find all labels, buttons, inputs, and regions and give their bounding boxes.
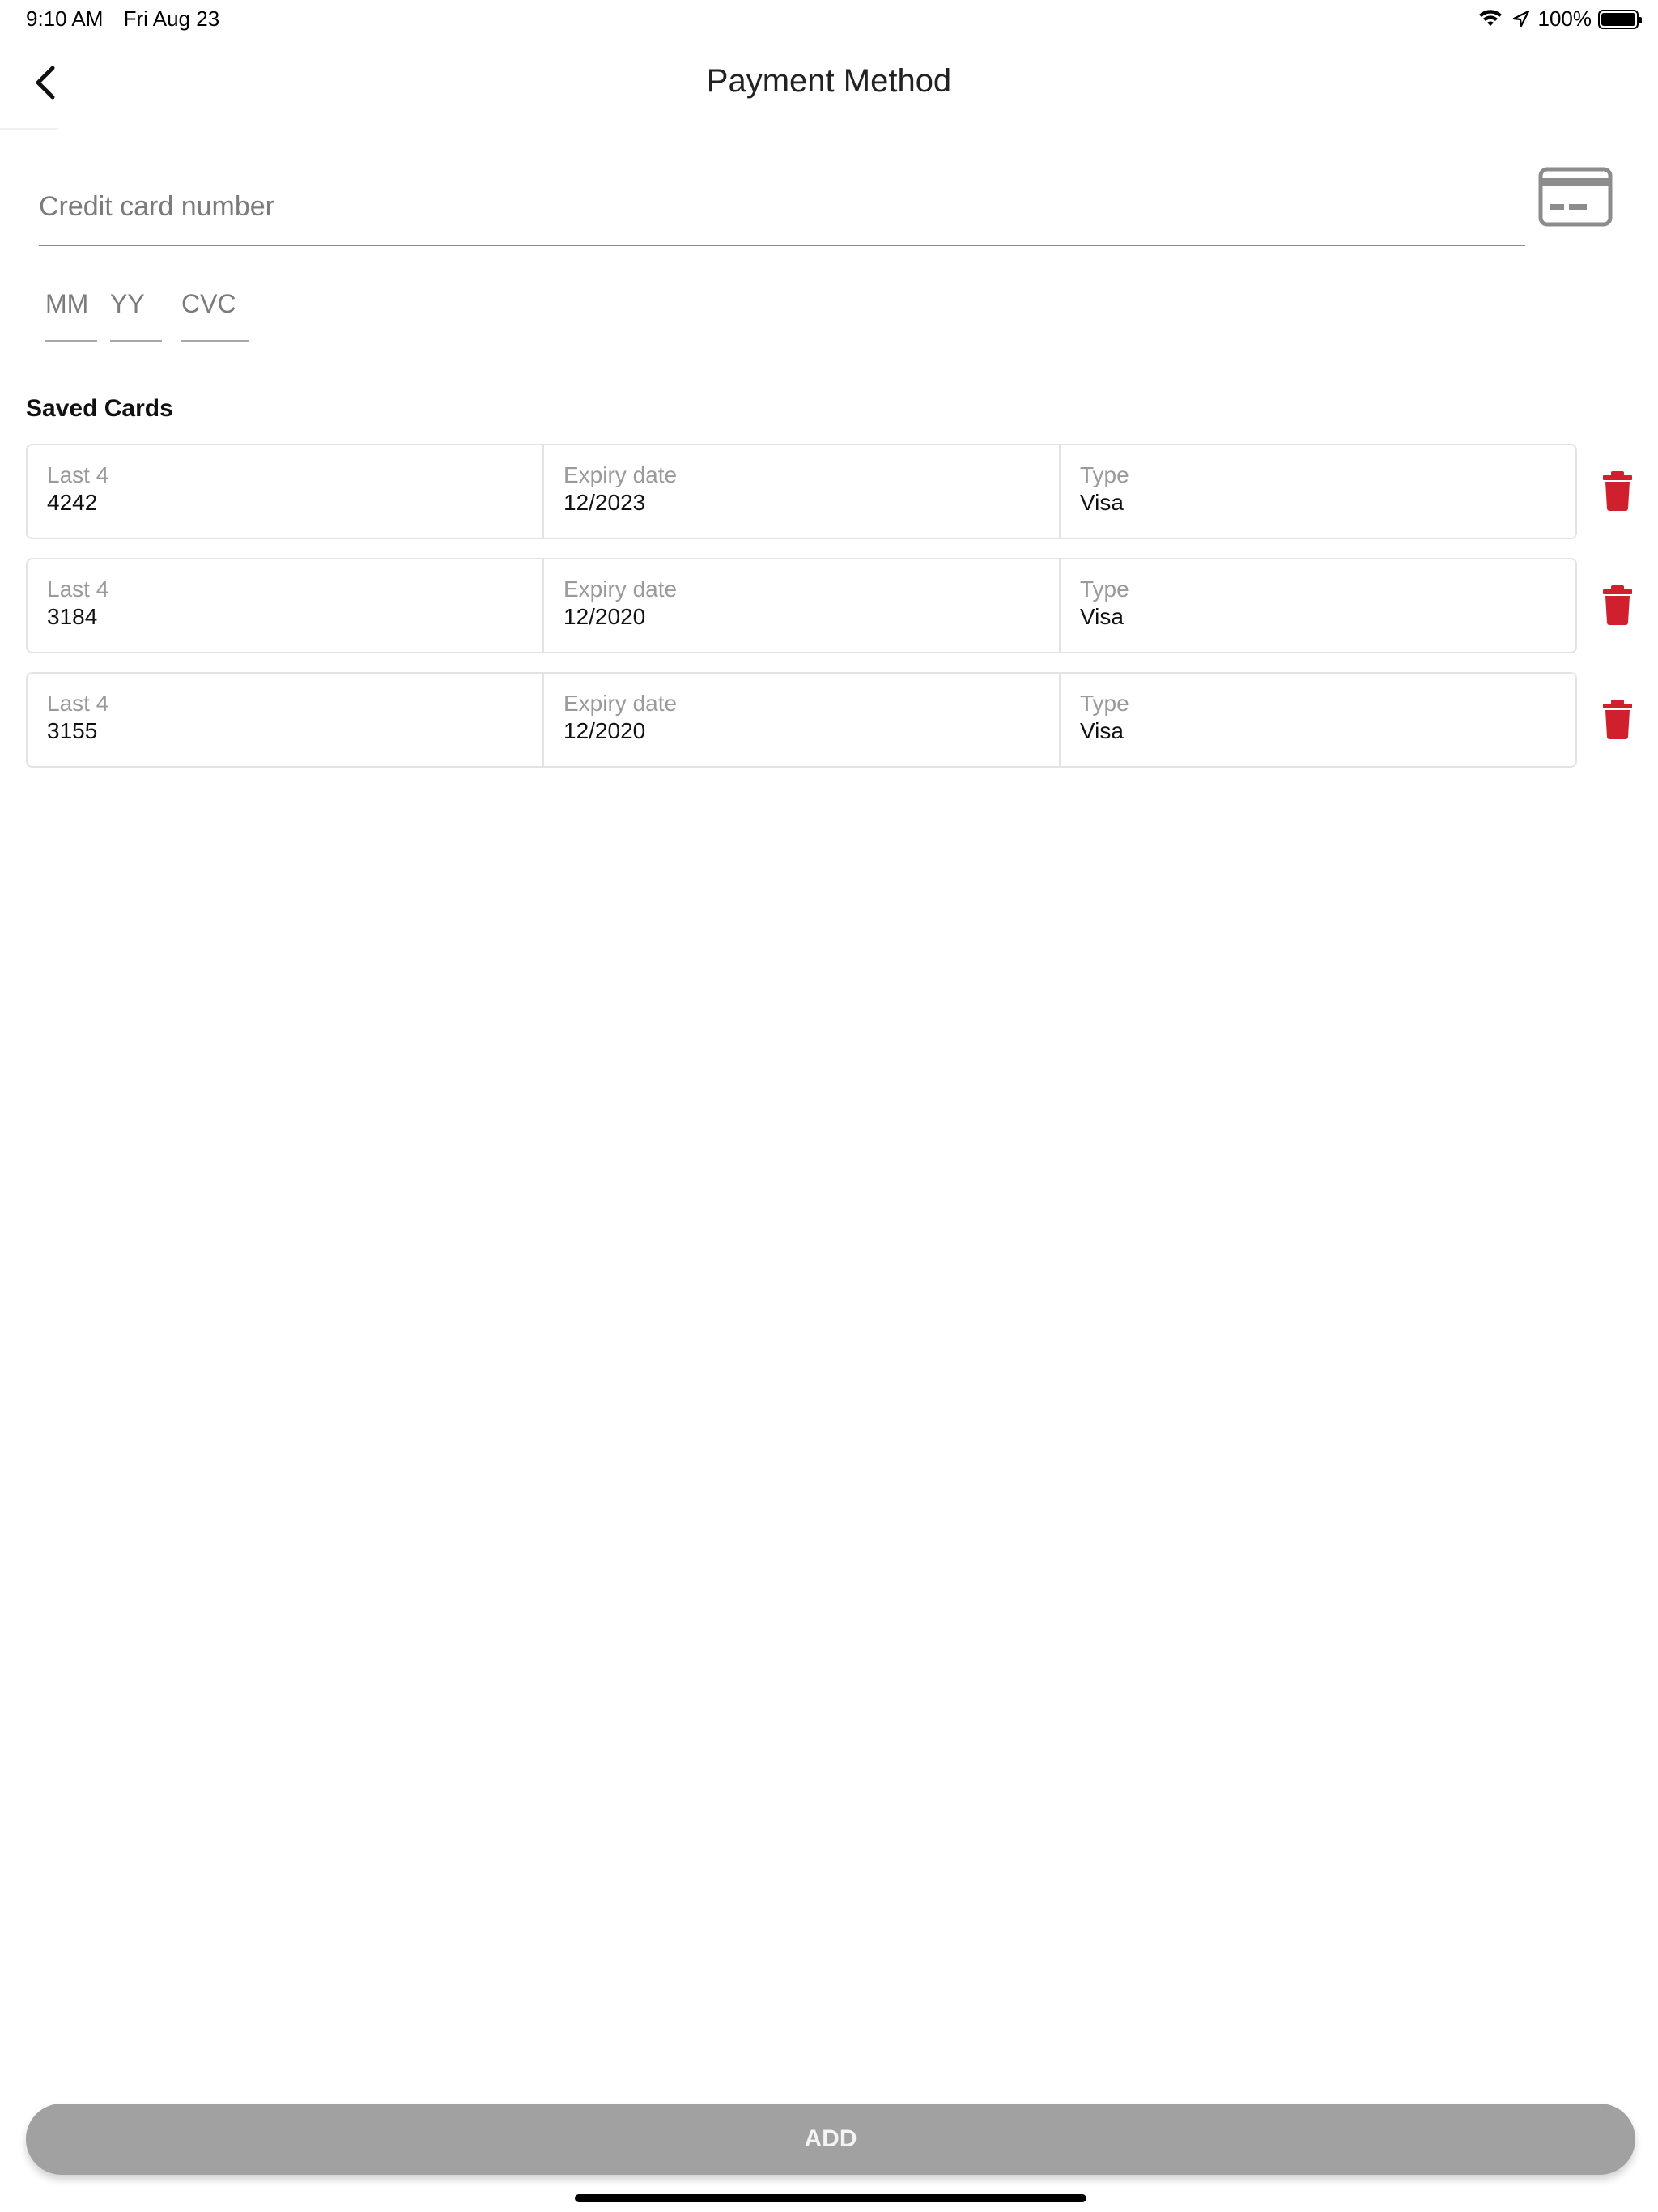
status-left: 9:10 AM Fri Aug 23 bbox=[26, 6, 234, 32]
type-cell: Type Visa bbox=[1061, 559, 1575, 652]
last4-label: Last 4 bbox=[47, 691, 109, 716]
expiry-value: 12/2020 bbox=[563, 604, 646, 629]
status-bar: 9:10 AM Fri Aug 23 100% bbox=[0, 0, 1658, 37]
type-label: Type bbox=[1080, 576, 1129, 602]
expiry-label: Expiry date bbox=[563, 462, 678, 487]
last4-label: Last 4 bbox=[47, 462, 109, 487]
page-title: Payment Method bbox=[706, 63, 952, 99]
wifi-icon bbox=[1478, 9, 1502, 26]
credit-card-number-input[interactable] bbox=[39, 168, 1525, 246]
navigation-bar: Payment Method bbox=[0, 37, 1658, 130]
last4-value: 4242 bbox=[47, 490, 98, 515]
expiry-value: 12/2020 bbox=[563, 718, 646, 743]
expiry-cell: Expiry date 12/2023 bbox=[544, 445, 1061, 538]
saved-cards-title: Saved Cards bbox=[26, 395, 173, 422]
expiry-label: Expiry date bbox=[563, 576, 678, 602]
expiry-year-input[interactable] bbox=[110, 267, 162, 342]
nav-separator bbox=[0, 128, 58, 130]
battery-nub bbox=[1639, 16, 1642, 23]
saved-card-row: Last 4 4242 Expiry date 12/2023 Type Vis… bbox=[26, 444, 1577, 539]
last4-label: Last 4 bbox=[47, 576, 109, 602]
expiry-cell: Expiry date 12/2020 bbox=[544, 674, 1061, 766]
last4-cell: Last 4 4242 bbox=[28, 445, 544, 538]
delete-card-trash-icon[interactable] bbox=[1601, 470, 1634, 512]
saved-card-row: Last 4 3184 Expiry date 12/2020 Type Vis… bbox=[26, 558, 1577, 653]
type-label: Type bbox=[1080, 462, 1129, 487]
last4-cell: Last 4 3155 bbox=[28, 674, 544, 766]
type-cell: Type Visa bbox=[1061, 445, 1575, 538]
battery-fill bbox=[1601, 12, 1635, 26]
location-arrow-icon bbox=[1512, 10, 1529, 27]
status-time: 9:10 AM bbox=[26, 6, 104, 31]
type-cell: Type Visa bbox=[1061, 674, 1575, 766]
saved-card-row: Last 4 3155 Expiry date 12/2020 Type Vis… bbox=[26, 672, 1577, 768]
last4-value: 3155 bbox=[47, 718, 98, 743]
type-value: Visa bbox=[1080, 718, 1124, 743]
type-label: Type bbox=[1080, 691, 1129, 716]
status-right: 100% bbox=[1478, 6, 1642, 32]
expiry-label: Expiry date bbox=[563, 691, 678, 716]
status-date: Fri Aug 23 bbox=[123, 6, 220, 31]
battery-icon bbox=[1598, 9, 1642, 29]
credit-card-icon bbox=[1538, 167, 1613, 227]
last4-value: 3184 bbox=[47, 604, 98, 629]
delete-card-trash-icon[interactable] bbox=[1601, 698, 1634, 740]
type-value: Visa bbox=[1080, 604, 1124, 629]
payment-method-screen: 9:10 AM Fri Aug 23 100% Payment Method C… bbox=[0, 0, 1658, 2212]
expiry-cell: Expiry date 12/2020 bbox=[544, 559, 1061, 652]
battery-percent: 100% bbox=[1537, 6, 1592, 31]
cvc-input[interactable] bbox=[181, 267, 249, 342]
home-indicator bbox=[575, 2194, 1086, 2202]
expiry-month-input[interactable] bbox=[45, 267, 97, 342]
last4-cell: Last 4 3184 bbox=[28, 559, 544, 652]
type-value: Visa bbox=[1080, 490, 1124, 515]
expiry-value: 12/2023 bbox=[563, 490, 646, 515]
add-card-button[interactable]: ADD bbox=[26, 2104, 1635, 2175]
delete-card-trash-icon[interactable] bbox=[1601, 584, 1634, 626]
